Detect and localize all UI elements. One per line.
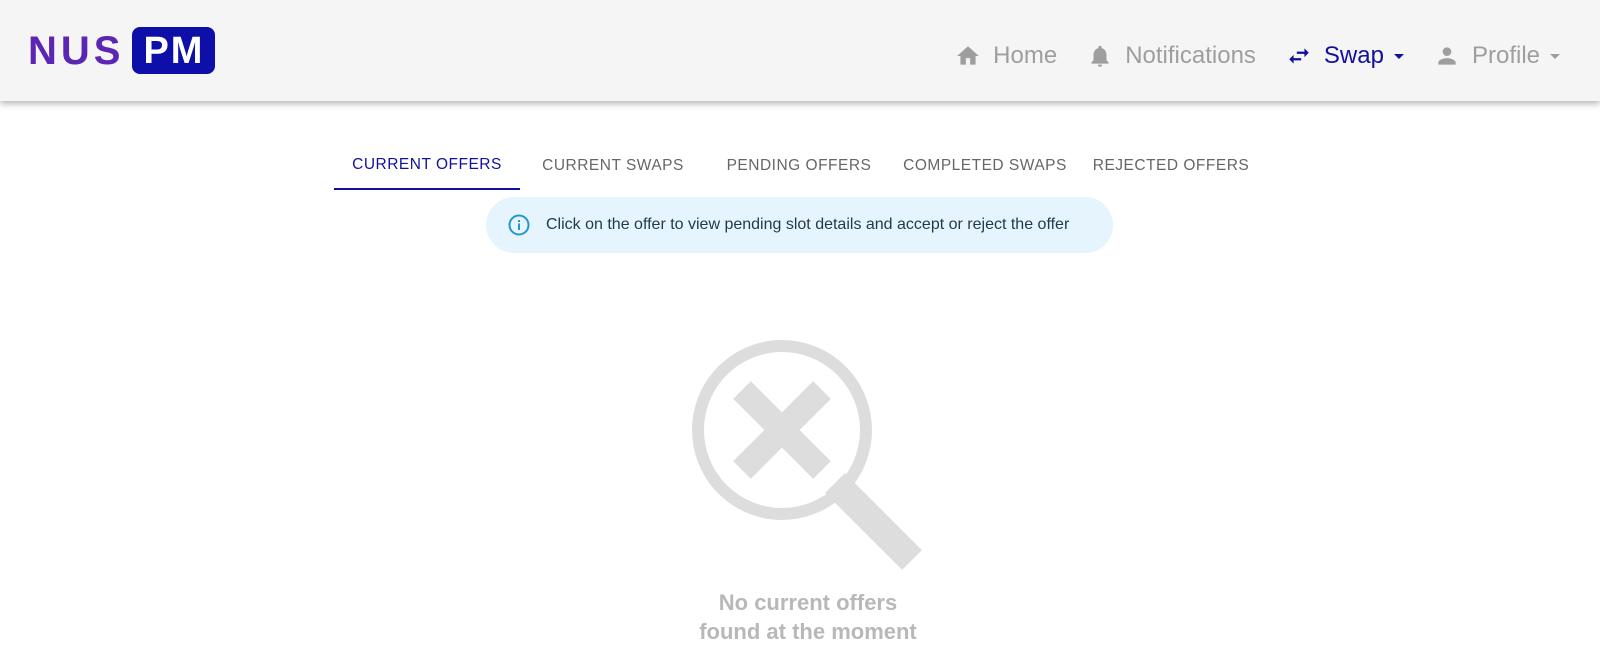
empty-state-line-1: No current offers [718, 590, 898, 615]
empty-state-message: No current offers found at the moment [600, 588, 1016, 646]
tab-completed-swaps[interactable]: COMPLETED SWAPS [892, 142, 1078, 190]
nav-swap[interactable]: Swap [1286, 42, 1404, 70]
empty-state-line-2: found at the moment [699, 619, 917, 644]
logo-badge: PM [132, 27, 216, 74]
home-icon [957, 46, 979, 65]
info-alert-text: Click on the offer to view pending slot … [546, 216, 1070, 233]
tab-current-offers[interactable]: CURRENT OFFERS [334, 142, 520, 190]
person-icon [1438, 47, 1456, 65]
info-icon [508, 214, 530, 236]
info-alert: Click on the offer to view pending slot … [486, 197, 1113, 253]
swap-arrows-icon [1289, 48, 1309, 64]
nav-profile[interactable]: Profile [1434, 42, 1560, 70]
tab-rejected-offers[interactable]: REJECTED OFFERS [1078, 142, 1264, 190]
logo-text: NUS [28, 28, 125, 73]
main-nav: Home Notifications Swap Profile [925, 36, 1560, 76]
top-app-bar: NUS PM Home Notifications Swap Profile [0, 0, 1600, 101]
nav-profile-label: Profile [1471, 42, 1540, 69]
nav-notifications-label: Notifications [1125, 42, 1256, 69]
app-logo[interactable]: NUS PM [28, 27, 216, 74]
tab-pending-offers[interactable]: PENDING OFFERS [706, 142, 892, 190]
nav-notifications[interactable]: Notifications [1087, 42, 1256, 70]
bell-icon [1091, 45, 1109, 67]
tab-current-swaps[interactable]: CURRENT SWAPS [520, 142, 706, 190]
chevron-down-icon [1550, 53, 1560, 59]
nav-swap-label: Swap [1323, 42, 1384, 69]
search-off-icon [692, 340, 922, 570]
nav-home-label: Home [993, 42, 1058, 69]
nav-home[interactable]: Home [955, 42, 1057, 70]
swap-tabs: CURRENT OFFERS CURRENT SWAPS PENDING OFF… [334, 142, 1264, 190]
chevron-down-icon [1393, 53, 1404, 59]
